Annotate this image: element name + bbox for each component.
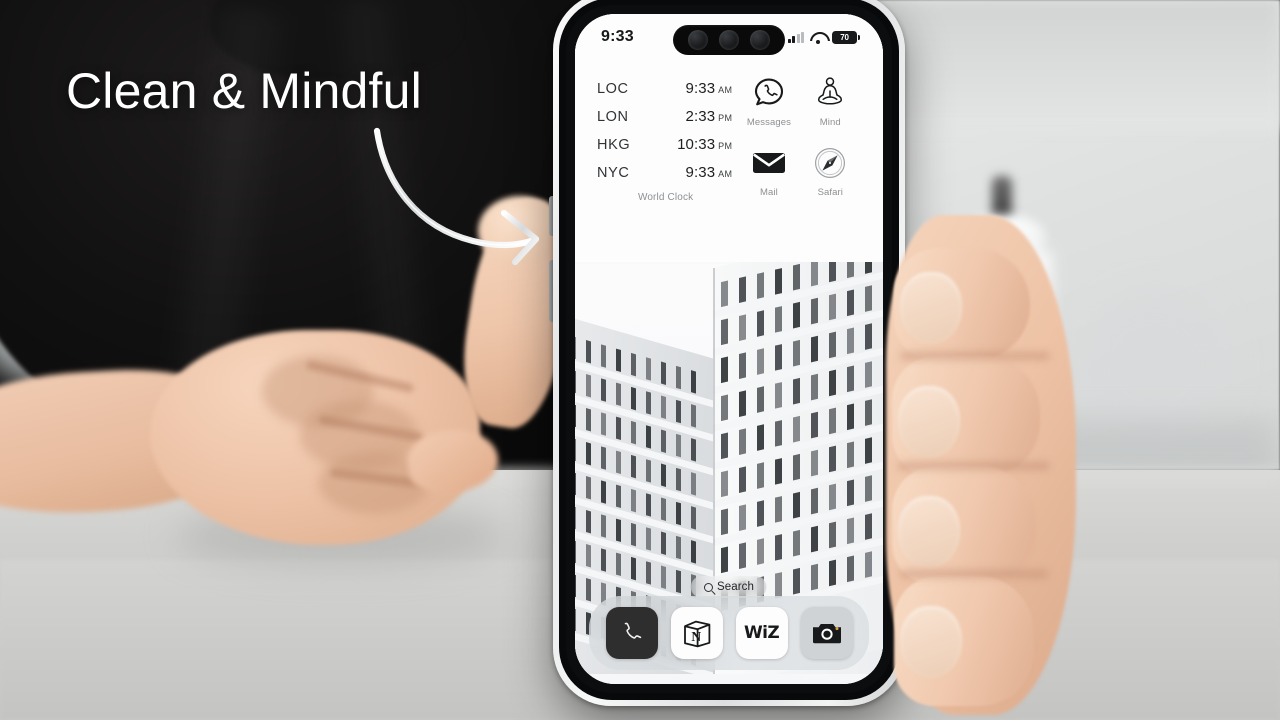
finger-crease [900,570,1048,578]
dock: N WiZ [589,596,869,670]
fingernail [900,272,962,344]
wifi-icon [810,31,826,44]
clock-row: LON 2:33 PM [597,108,734,125]
clock-time-value: 2:33 [685,108,716,125]
fingernail [900,606,962,678]
fingernail [898,386,960,458]
fingernail [898,496,960,568]
background-wall-top [870,0,1280,130]
svg-text:N: N [691,629,701,644]
dock-app-camera[interactable] [800,607,853,659]
battery-level-label: 70 [840,32,849,42]
dock-app-notion[interactable]: N [670,607,723,659]
clock-row: HKG 10:33 PM [597,136,734,153]
widget-row: LOC 9:33 AM LON 2:33 PM HKG 10:33 PM NYC… [575,74,883,203]
camera-lens-icon [750,30,771,50]
app-safari[interactable]: Safari [800,144,861,204]
phone-screen[interactable]: 9:33 70 LOC 9:33 AM LON 2:33 PM HKG 10:3… [575,14,883,684]
clock-time-value: 9:33 [685,80,716,97]
search-icon [703,582,713,592]
curved-arrow-icon [355,125,565,275]
app-label: Mail [760,186,778,198]
world-clock-caption: World Clock [637,192,694,203]
smartphone-device: 9:33 70 LOC 9:33 AM LON 2:33 PM HKG 10:3… [553,0,905,706]
page-title: Clean & Mindful [66,63,422,119]
clock-zone: LOC [597,81,629,97]
status-time: 9:33 [601,28,634,45]
camera-lens-icon [718,30,739,50]
clock-time-value: 10:33 [677,136,716,153]
clock-meridiem: PM [718,113,733,123]
clock-time: 9:33 AM [647,80,734,97]
app-label: Mind [819,117,841,128]
compass-safari-icon [813,144,847,182]
envelope-mail-icon [752,144,786,182]
clock-time: 10:33 PM [647,136,734,153]
app-messages[interactable]: Messages [738,74,799,134]
camera-lens-icon [687,30,708,50]
finger-crease [900,352,1050,360]
status-indicators: 70 [787,30,860,44]
clock-meridiem: AM [718,169,733,179]
clock-zone: LON [597,109,629,125]
clock-time: 9:33 AM [647,164,734,181]
camera-icon [812,624,841,644]
clock-row: NYC 9:33 AM [597,164,734,181]
world-clock-widget[interactable]: LOC 9:33 AM LON 2:33 PM HKG 10:33 PM NYC… [597,74,734,203]
app-label: Safari [817,186,844,198]
clock-meridiem: PM [718,141,733,151]
background-blur-object [1080,290,1230,440]
search-label: Search [716,581,755,593]
clock-zone: HKG [597,137,631,153]
app-label: Messages [746,117,791,128]
clock-meridiem: AM [718,85,733,95]
dock-app-phone[interactable] [605,607,658,659]
cellular-signal-icon [787,31,804,43]
app-mail[interactable]: Mail [738,144,799,204]
meditation-lotus-icon [812,74,848,112]
clock-time: 2:33 PM [647,108,734,125]
search-button[interactable]: Search [690,576,768,598]
wiz-wordmark-icon: WiZ [743,623,780,643]
battery-icon: 70 [832,30,860,44]
app-grid: Messages Mind Mail Safari [734,74,861,203]
clock-time-value: 9:33 [685,164,716,181]
clock-zone: NYC [597,165,630,181]
finger-crease [898,462,1050,470]
phone-handset-icon [624,622,641,639]
dock-app-wiz[interactable]: WiZ [735,607,788,659]
dynamic-island[interactable] [673,25,785,55]
app-mind[interactable]: Mind [800,74,861,134]
whatsapp-messages-icon [752,74,786,112]
clock-row: LOC 9:33 AM [597,80,734,97]
notion-cube-icon: N [683,620,710,648]
